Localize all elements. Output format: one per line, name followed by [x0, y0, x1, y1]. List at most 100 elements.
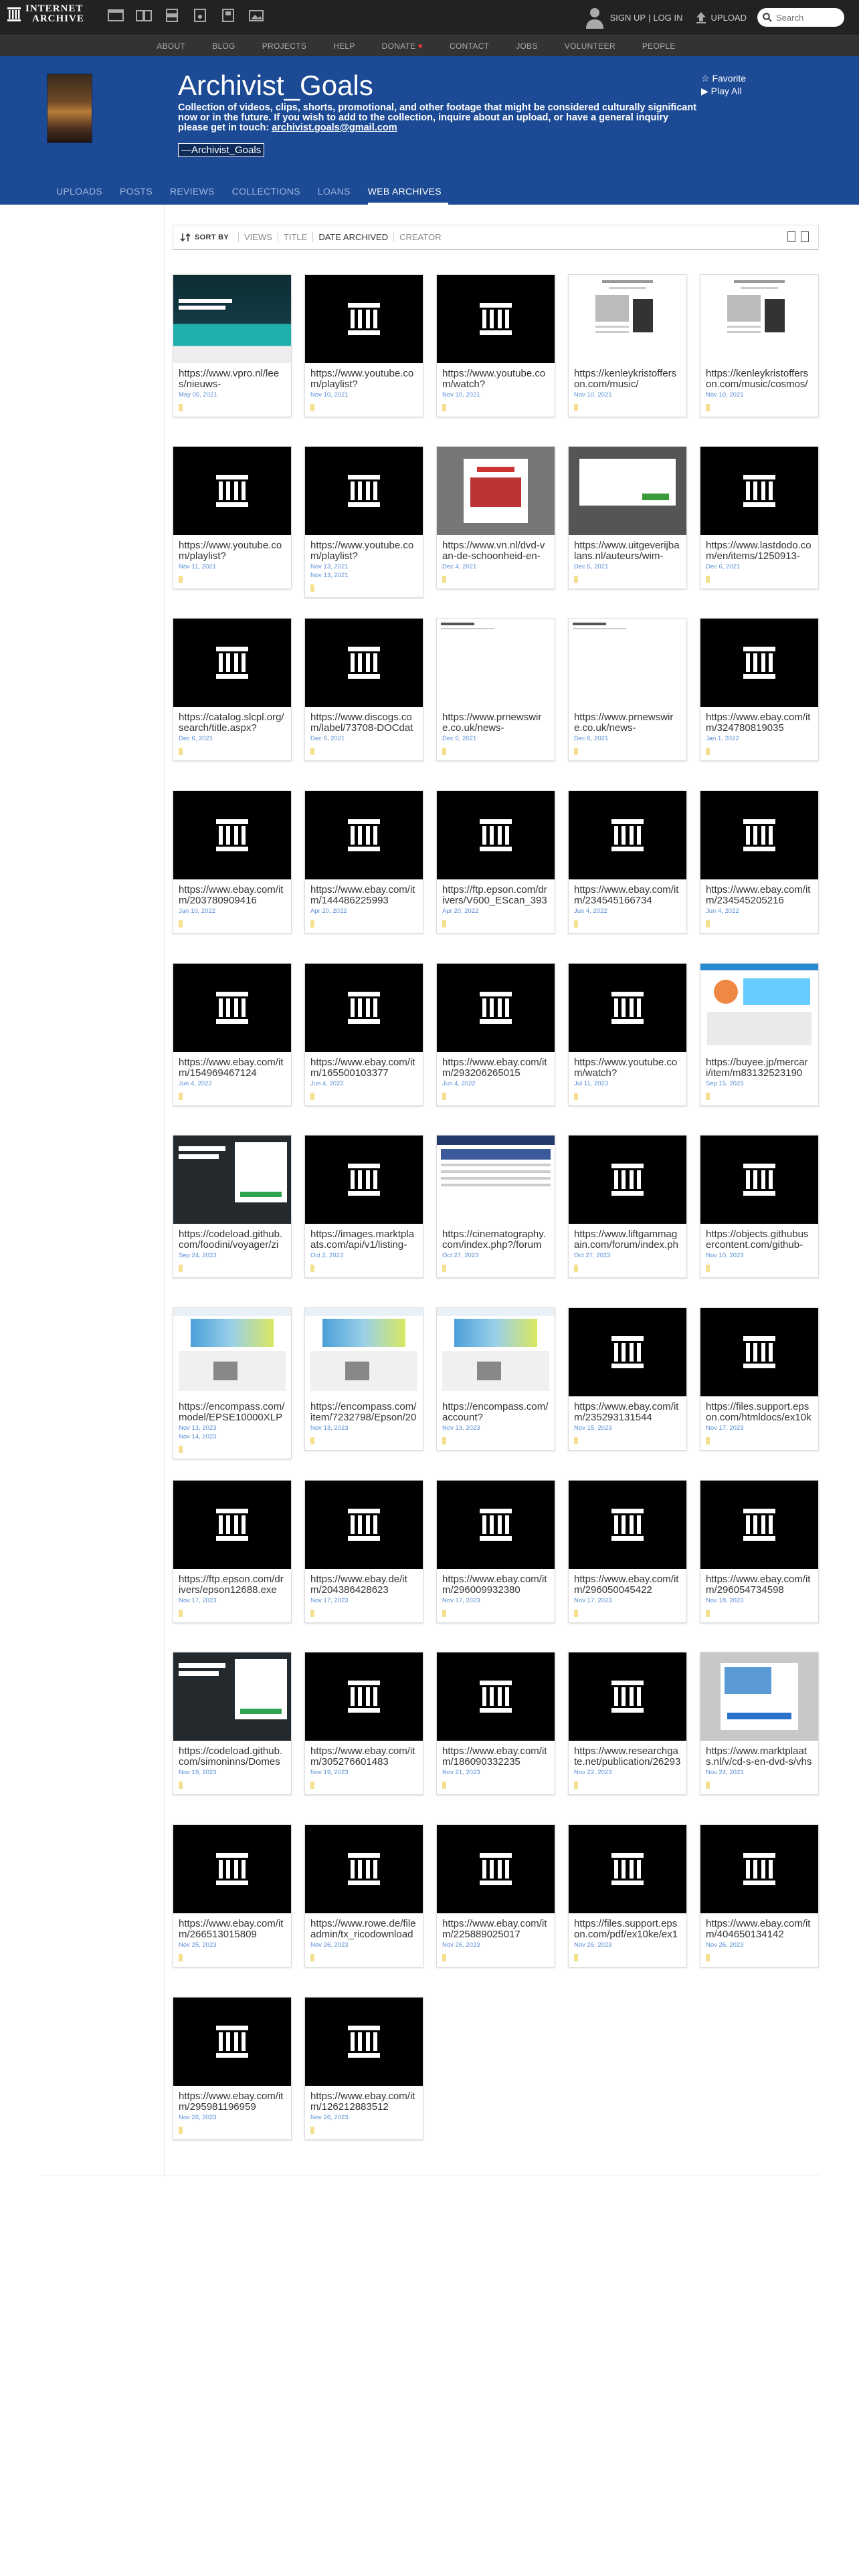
- web-icon[interactable]: [107, 8, 124, 23]
- sort-option-title[interactable]: TITLE: [277, 232, 312, 242]
- item-thumbnail[interactable]: [569, 619, 686, 707]
- archive-item-card[interactable]: https://www.ebay.com/itm/225889025017 Nov…: [436, 1824, 555, 1967]
- archive-item-card[interactable]: https://files.support.epson.com/pdf/ex10…: [568, 1824, 687, 1967]
- item-title[interactable]: https://www.ebay.com/itm/296054734598: [700, 1569, 818, 1596]
- nav-volunteer[interactable]: VOLUNTEER: [551, 41, 629, 51]
- item-thumbnail[interactable]: [569, 1825, 686, 1913]
- user-avatar-icon[interactable]: [585, 6, 605, 29]
- archive-item-card[interactable]: https://www.youtube.com/watch? Jul 11, 20…: [568, 963, 687, 1106]
- item-title[interactable]: https://files.support.epson.com/pdf/ex10…: [569, 1913, 686, 1941]
- archive-item-card[interactable]: https://codeload.github.com/simoninns/Do…: [173, 1652, 292, 1795]
- item-thumbnail[interactable]: [437, 275, 555, 363]
- item-title[interactable]: https://codeload.github.com/simoninns/Do…: [173, 1741, 291, 1768]
- archive-item-card[interactable]: https://www.ebay.com/itm/404650134142 Nov…: [700, 1824, 819, 1967]
- software-icon[interactable]: [219, 8, 237, 23]
- item-thumbnail[interactable]: [569, 791, 686, 879]
- item-title[interactable]: https://www.ebay.de/itm/204386428623: [305, 1569, 423, 1596]
- item-thumbnail[interactable]: [305, 1998, 423, 2086]
- item-thumbnail[interactable]: [700, 619, 818, 707]
- item-title[interactable]: https://www.ebay.com/itm/165500103377: [305, 1052, 423, 1079]
- item-thumbnail[interactable]: [173, 1998, 291, 2086]
- archive-item-card[interactable]: https://kenleykristofferson.com/music/co…: [700, 274, 819, 417]
- nav-jobs[interactable]: JOBS: [502, 41, 551, 51]
- item-title[interactable]: https://www.youtube.com/watch?: [569, 1052, 686, 1079]
- item-thumbnail[interactable]: [569, 1136, 686, 1224]
- archive-item-card[interactable]: https://www.ebay.de/itm/204386428623 Nov …: [304, 1480, 423, 1623]
- item-title[interactable]: https://www.ebay.com/itm/324780819035: [700, 707, 818, 734]
- archive-item-card[interactable]: https://www.ebay.com/itm/154969467124 Jun…: [173, 963, 292, 1106]
- item-title[interactable]: https://www.youtube.com/playlist?: [305, 363, 423, 390]
- item-thumbnail[interactable]: [700, 447, 818, 535]
- archive-item-card[interactable]: https://www.prnewswire.co.uk/news- Dec 6,…: [436, 618, 555, 761]
- item-title[interactable]: https://www.youtube.com/playlist?: [173, 535, 291, 562]
- item-title[interactable]: https://kenleykristofferson.com/music/: [569, 363, 686, 390]
- item-title[interactable]: https://www.researchgate.net/publication…: [569, 1741, 686, 1768]
- archive-item-card[interactable]: https://www.ebay.com/itm/144486225993 Apr…: [304, 790, 423, 934]
- sort-option-views[interactable]: VIEWS: [238, 232, 278, 242]
- nav-blog[interactable]: BLOG: [199, 41, 249, 51]
- item-title[interactable]: https://www.ebay.com/itm/266513015809: [173, 1913, 291, 1940]
- images-icon[interactable]: [248, 8, 265, 23]
- item-title[interactable]: https://www.ebay.com/itm/305276601483: [305, 1741, 423, 1767]
- nav-contact[interactable]: CONTACT: [436, 41, 502, 51]
- item-thumbnail[interactable]: [173, 1825, 291, 1913]
- contact-email-link[interactable]: archivist.goals@gmail.com: [272, 122, 397, 133]
- item-title[interactable]: https://encompass.com/item/7232798/Epson…: [305, 1396, 423, 1424]
- nav-donate[interactable]: DONATE ♥: [369, 41, 436, 51]
- item-thumbnail[interactable]: [305, 1825, 423, 1913]
- item-title[interactable]: https://www.youtube.com/playlist?: [305, 535, 423, 562]
- archive-item-card[interactable]: https://objects.githubusercontent.com/gi…: [700, 1135, 819, 1278]
- item-title[interactable]: https://www.prnewswire.co.uk/news-: [437, 707, 555, 734]
- item-title[interactable]: https://www.ebay.com/itm/296050045422: [569, 1569, 686, 1596]
- item-title[interactable]: https://www.ebay.com/itm/404650134142: [700, 1913, 818, 1940]
- item-title[interactable]: https://www.rowe.de/fileadmin/tx_ricodow…: [305, 1913, 423, 1940]
- item-thumbnail[interactable]: [569, 1652, 686, 1741]
- archive-item-card[interactable]: https://www.youtube.com/playlist? Nov 13,…: [304, 446, 423, 598]
- item-thumbnail[interactable]: [700, 791, 818, 879]
- item-title[interactable]: https://encompass.com/model/EPSE10000XLP…: [173, 1396, 291, 1424]
- archive-item-card[interactable]: https://www.ebay.com/itm/234545205216 Jun…: [700, 790, 819, 934]
- upload-button[interactable]: UPLOAD: [695, 11, 747, 24]
- signup-link[interactable]: SIGN UP: [610, 13, 646, 23]
- archive-item-card[interactable]: https://www.ebay.com/itm/203780909416 Jan…: [173, 790, 292, 934]
- archive-item-card[interactable]: https://www.liftgammagain.com/forum/inde…: [568, 1135, 687, 1278]
- nav-help[interactable]: HELP: [320, 41, 369, 51]
- item-title[interactable]: https://catalog.slcpl.org/search/title.a…: [173, 707, 291, 734]
- item-thumbnail[interactable]: [173, 447, 291, 535]
- tab-collections[interactable]: COLLECTIONS: [232, 186, 307, 205]
- item-thumbnail[interactable]: [569, 1481, 686, 1569]
- item-title[interactable]: https://encompass.com/account?: [437, 1396, 555, 1423]
- archive-item-card[interactable]: https://www.lastdodo.com/en/items/125091…: [700, 446, 819, 589]
- tab-web-archives[interactable]: WEB ARCHIVES: [367, 186, 448, 205]
- item-title[interactable]: https://www.ebay.com/itm/203780909416: [173, 879, 291, 906]
- archive-item-card[interactable]: https://www.ebay.com/itm/235293131544 Nov…: [568, 1307, 687, 1451]
- item-title[interactable]: https://www.vn.nl/dvd-van-de-schoonheid-…: [437, 535, 555, 562]
- archive-item-card[interactable]: https://files.support.epson.com/htmldocs…: [700, 1307, 819, 1451]
- item-thumbnail[interactable]: [305, 791, 423, 879]
- item-title[interactable]: https://www.ebay.com/itm/186090332235: [437, 1741, 555, 1767]
- archive-item-card[interactable]: https://www.ebay.com/itm/296050045422 Nov…: [568, 1480, 687, 1623]
- archive-item-card[interactable]: https://encompass.com/item/7232798/Epson…: [304, 1307, 423, 1451]
- texts-icon[interactable]: [135, 8, 153, 23]
- archive-item-card[interactable]: https://www.ebay.com/itm/126212883512 Nov…: [304, 1997, 423, 2140]
- item-thumbnail[interactable]: [700, 1825, 818, 1913]
- internet-archive-logo[interactable]: INTERNET ARCHIVE: [7, 4, 84, 24]
- archive-item-card[interactable]: https://www.youtube.com/playlist? Nov 11,…: [173, 446, 292, 589]
- item-thumbnail[interactable]: [700, 275, 818, 363]
- nav-people[interactable]: PEOPLE: [629, 41, 689, 51]
- item-thumbnail[interactable]: [173, 1308, 291, 1396]
- item-title[interactable]: https://www.ebay.com/itm/235293131544: [569, 1396, 686, 1423]
- item-title[interactable]: https://www.ebay.com/itm/234545205216: [700, 879, 818, 906]
- item-thumbnail[interactable]: [700, 1136, 818, 1224]
- item-thumbnail[interactable]: [437, 1652, 555, 1741]
- archive-item-card[interactable]: https://catalog.slcpl.org/search/title.a…: [173, 618, 292, 761]
- archive-item-card[interactable]: https://images.marktplaats.com/api/v1/li…: [304, 1135, 423, 1278]
- tab-loans[interactable]: LOANS: [318, 186, 357, 205]
- item-thumbnail[interactable]: [569, 1308, 686, 1396]
- item-title[interactable]: https://objects.githubusercontent.com/gi…: [700, 1224, 818, 1251]
- archive-item-card[interactable]: https://www.researchgate.net/publication…: [568, 1652, 687, 1795]
- play-all-button[interactable]: ▶ Play All: [701, 85, 746, 98]
- archive-item-card[interactable]: https://ftp.epson.com/drivers/epson12688…: [173, 1480, 292, 1623]
- item-thumbnail[interactable]: [173, 275, 291, 363]
- item-thumbnail[interactable]: [305, 1308, 423, 1396]
